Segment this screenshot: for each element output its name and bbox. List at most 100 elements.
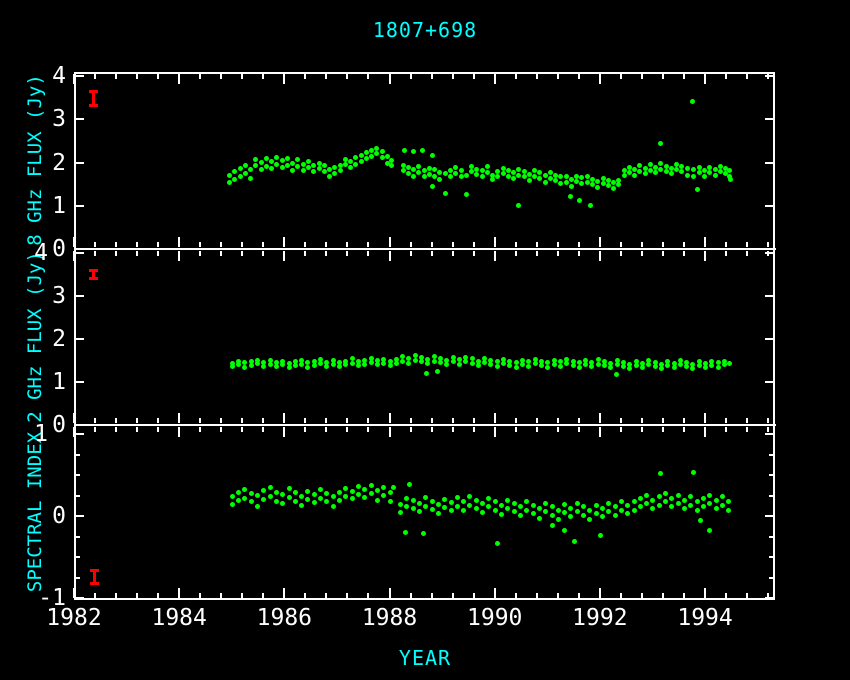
data-point — [550, 523, 555, 528]
x-tick-mark — [136, 593, 138, 598]
x-tick-mark — [325, 593, 327, 598]
data-point — [550, 513, 555, 518]
x-tick-mark — [683, 427, 685, 432]
x-tick-mark — [578, 242, 580, 247]
x-tick-mark — [367, 251, 369, 256]
x-tick-mark — [94, 418, 96, 423]
y-tick-label: 3 — [20, 107, 66, 131]
data-point — [457, 362, 462, 367]
data-point — [532, 174, 537, 179]
data-point — [644, 493, 649, 498]
data-point — [640, 365, 645, 370]
data-point — [461, 508, 466, 513]
data-point — [259, 160, 264, 165]
x-tick-mark — [557, 74, 559, 79]
x-tick-mark — [283, 251, 285, 261]
x-tick-mark — [473, 74, 475, 79]
data-point — [726, 508, 731, 513]
data-point — [643, 171, 648, 176]
data-point — [312, 359, 317, 364]
x-tick-mark — [725, 418, 727, 423]
x-tick-mark — [157, 74, 159, 79]
x-tick-mark — [473, 242, 475, 247]
data-point — [443, 191, 448, 196]
x-tick-mark — [746, 74, 748, 79]
x-tick-mark — [767, 242, 769, 247]
data-point — [672, 365, 677, 370]
data-point — [236, 498, 241, 503]
data-point — [350, 361, 355, 366]
error-bar-cap — [89, 277, 98, 280]
data-point — [364, 150, 369, 155]
data-point — [455, 504, 460, 509]
data-point — [359, 153, 364, 158]
data-point — [331, 358, 336, 363]
y-minor-tick-mark — [76, 536, 80, 538]
data-point — [485, 170, 490, 175]
data-point — [436, 511, 441, 516]
x-tick-mark — [73, 427, 75, 437]
data-point — [682, 506, 687, 511]
y-tick-mark — [76, 597, 84, 599]
x-tick-mark — [199, 418, 201, 423]
x-tick-mark — [662, 418, 664, 423]
data-point — [571, 359, 576, 364]
y-tick-label: 2 — [20, 327, 66, 351]
x-tick-mark — [262, 427, 264, 432]
data-point — [280, 359, 285, 364]
x-tick-mark — [746, 251, 748, 256]
x-tick-mark — [220, 251, 222, 256]
y-tick-mark — [765, 118, 773, 120]
x-tick-mark — [536, 427, 538, 432]
y-tick-mark — [765, 295, 773, 297]
data-point — [615, 358, 620, 363]
data-point — [369, 491, 374, 496]
y-minor-tick-mark — [769, 454, 773, 456]
data-point — [353, 162, 358, 167]
data-point — [627, 170, 632, 175]
data-point — [476, 363, 481, 368]
x-tick-mark — [94, 251, 96, 256]
data-point — [236, 490, 241, 495]
x-tick-mark — [389, 588, 391, 598]
y-minor-tick-mark — [76, 474, 80, 476]
x-tick-mark — [704, 427, 706, 437]
x-tick-mark — [389, 74, 391, 84]
x-tick-mark — [262, 418, 264, 423]
data-point — [564, 174, 569, 179]
x-tick-mark — [599, 237, 601, 247]
data-point — [427, 166, 432, 171]
data-point — [720, 503, 725, 508]
data-point — [436, 502, 441, 507]
data-point — [402, 148, 407, 153]
data-point — [527, 178, 532, 183]
data-point — [562, 502, 567, 507]
data-point — [480, 168, 485, 173]
data-point — [338, 163, 343, 168]
data-point — [299, 358, 304, 363]
y-minor-tick-mark — [76, 577, 80, 579]
y-minor-tick-mark — [769, 474, 773, 476]
data-point — [632, 508, 637, 513]
data-point — [274, 499, 279, 504]
data-point — [299, 503, 304, 508]
x-tick-mark — [683, 74, 685, 79]
data-point — [664, 169, 669, 174]
data-point — [619, 508, 624, 513]
x-tick-mark — [94, 74, 96, 79]
x-tick-mark — [662, 74, 664, 79]
x-tick-mark — [494, 413, 496, 423]
data-point — [227, 173, 232, 178]
x-tick-mark — [367, 242, 369, 247]
x-tick-mark — [115, 593, 117, 598]
data-point — [343, 359, 348, 364]
x-tick-mark — [199, 427, 201, 432]
y-tick-mark — [765, 338, 773, 340]
y-tick-mark — [76, 75, 84, 77]
x-tick-mark — [157, 427, 159, 432]
x-tick-mark — [578, 74, 580, 79]
y-tick-mark — [76, 515, 84, 517]
data-point — [480, 174, 485, 179]
y-minor-tick-mark — [769, 556, 773, 558]
data-point — [512, 501, 517, 506]
